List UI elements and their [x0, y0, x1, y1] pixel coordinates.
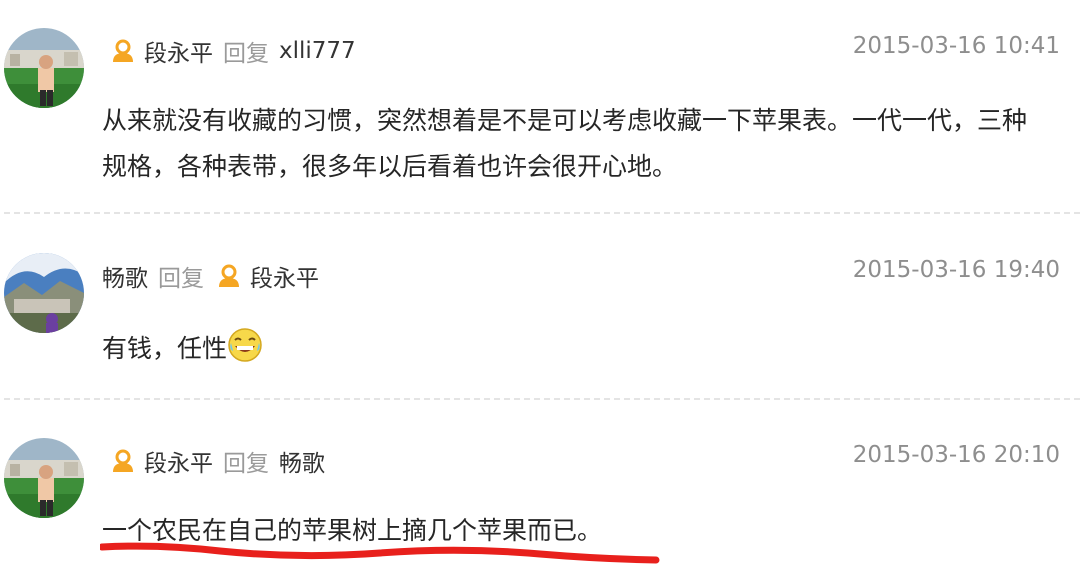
reply-to-name[interactable]: 畅歌	[279, 444, 325, 478]
annotation-underline	[100, 542, 660, 564]
reply-label: 回复	[223, 41, 269, 67]
user-badge-icon	[110, 448, 136, 474]
author-name[interactable]: 畅歌	[102, 259, 148, 293]
user-badge-icon	[216, 263, 242, 289]
timestamp: 2015-03-16 20:10	[852, 442, 1060, 468]
comment-text-content: 有钱，任性	[102, 334, 228, 363]
comment-meta: 段永平 回复 xlli777	[104, 34, 356, 68]
avatar[interactable]	[4, 438, 84, 518]
timestamp: 2015-03-16 19:40	[852, 257, 1060, 283]
divider	[4, 212, 1080, 214]
user-badge-icon	[110, 38, 136, 64]
divider	[4, 398, 1080, 400]
author-name[interactable]: 段永平	[144, 34, 213, 68]
comment-meta: 段永平 回复 畅歌	[104, 444, 325, 478]
avatar[interactable]	[4, 28, 84, 108]
comment-text: 有钱，任性	[102, 326, 1032, 372]
avatar[interactable]	[4, 253, 84, 333]
author-name[interactable]: 段永平	[144, 444, 213, 478]
comment-text: 从来就没有收藏的习惯，突然想着是不是可以考虑收藏一下苹果表。一代一代，三种规格，…	[102, 106, 1028, 181]
reply-to-name[interactable]: xlli777	[279, 38, 356, 64]
reply-label: 回复	[223, 451, 269, 477]
laughing-tears-emoji-icon	[227, 327, 263, 363]
reply-to-name[interactable]: 段永平	[250, 259, 319, 293]
comment-meta: 畅歌 回复 段永平	[102, 259, 319, 293]
timestamp: 2015-03-16 10:41	[852, 33, 1060, 59]
reply-label: 回复	[158, 266, 204, 292]
